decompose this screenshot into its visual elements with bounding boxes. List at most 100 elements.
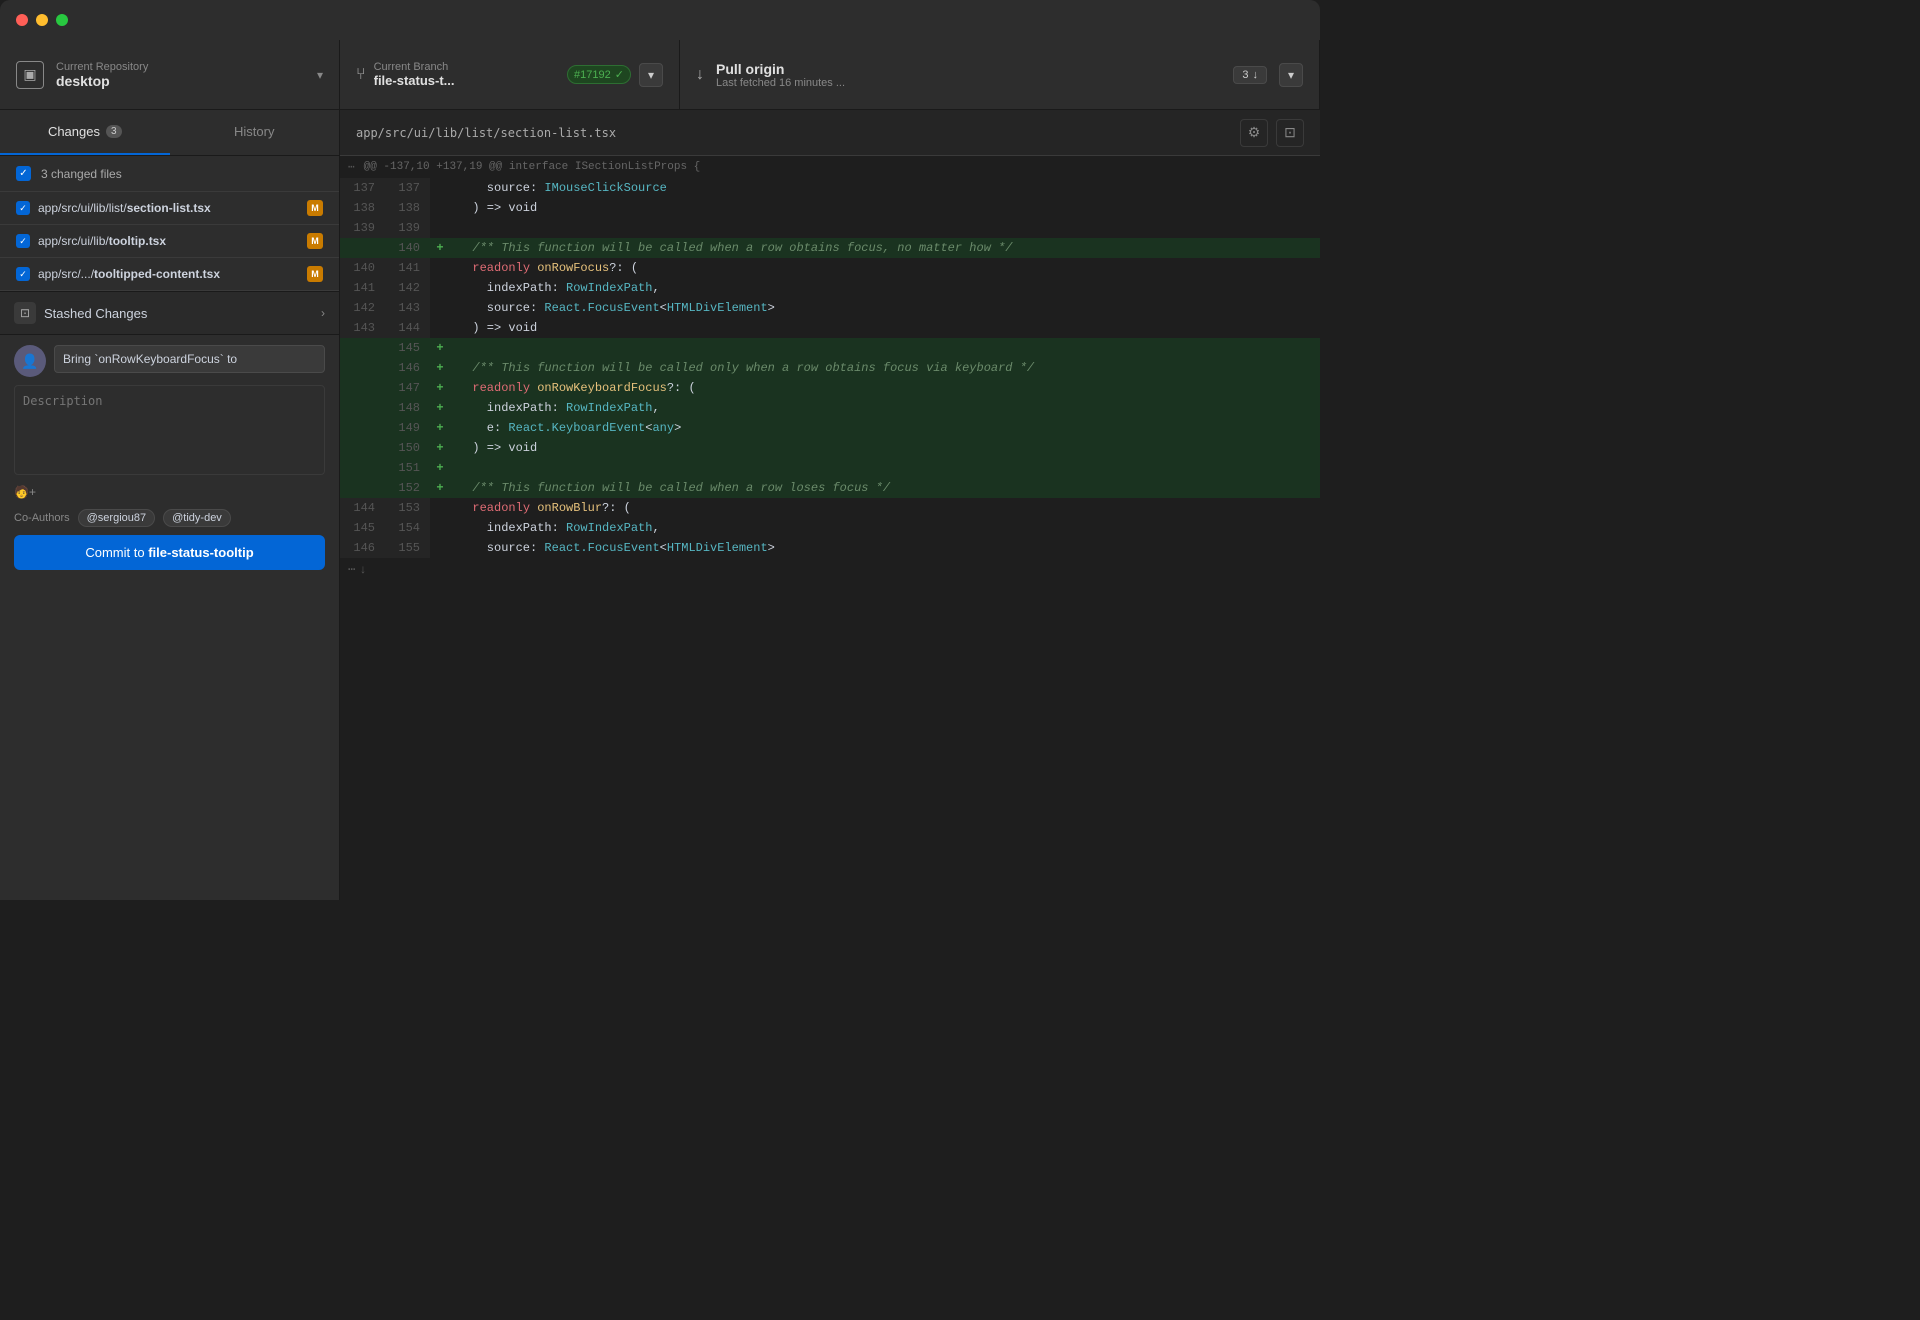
branch-section: ⑂ Current Branch file-status-t... #17192… (340, 40, 680, 109)
pull-icon: ↓ (696, 66, 704, 84)
tab-changes[interactable]: Changes 3 (0, 110, 170, 155)
changed-files-header: ✓ 3 changed files (0, 156, 339, 192)
check-icon: ✓ (615, 68, 624, 81)
bottom-expander[interactable]: ⋯ ↓ (340, 558, 1320, 581)
diff-actions: ⚙ ⊡ (1240, 119, 1304, 147)
sidebar-tabs: Changes 3 History (0, 110, 339, 156)
pull-section: ↓ Pull origin Last fetched 16 minutes ..… (680, 40, 1320, 109)
tab-changes-badge: 3 (106, 125, 122, 138)
commit-area: 👤 🧑+ Co-Authors @sergiou87 @tidy-dev Com… (0, 335, 339, 900)
repo-dropdown-arrow[interactable]: ▾ (317, 68, 323, 82)
diff-line-14: 151 + (340, 458, 1320, 478)
pr-number: #17192 (574, 69, 611, 81)
commit-btn-prefix: Commit to (85, 545, 148, 560)
file-item-0[interactable]: ✓ app/src/ui/lib/list/section-list.tsx M (0, 192, 339, 225)
diff-line-7: 143 144 ) => void (340, 318, 1320, 338)
minimize-button[interactable] (36, 14, 48, 26)
diff-line-18: 146 155 source: React.FocusEvent<HTMLDiv… (340, 538, 1320, 558)
commit-description-input[interactable] (14, 385, 325, 475)
coauthor-badge-1[interactable]: @tidy-dev (163, 509, 231, 527)
diff-file-path: app/src/ui/lib/list/section-list.tsx (356, 126, 1240, 140)
hunk-info: @@ -137,10 +137,19 @@ interface ISection… (364, 161, 701, 173)
diff-line-10: 147 + readonly onRowKeyboardFocus?: ( (340, 378, 1320, 398)
close-button[interactable] (16, 14, 28, 26)
bottom-dots-icon: ⋯ (348, 562, 355, 577)
file-checkbox-1[interactable]: ✓ (16, 234, 30, 248)
branch-label: Current Branch (374, 61, 559, 73)
select-all-checkbox[interactable]: ✓ (16, 166, 31, 181)
diff-line-3: 140 + /** This function will be called w… (340, 238, 1320, 258)
diff-line-16: 144 153 readonly onRowBlur?: ( (340, 498, 1320, 518)
tab-changes-label: Changes (48, 124, 100, 139)
diff-line-4: 140 141 readonly onRowFocus?: ( (340, 258, 1320, 278)
coauthor-badge-0[interactable]: @sergiou87 (78, 509, 155, 527)
commit-button[interactable]: Commit to file-status-tooltip (14, 535, 325, 570)
add-coauthor-button[interactable]: 🧑+ (14, 483, 325, 501)
diff-line-8: 145 + (340, 338, 1320, 358)
file-badge-2: M (307, 266, 323, 282)
app: ▣ Current Repository desktop ▾ ⑂ Current… (0, 40, 1320, 900)
bottom-expand-icon: ↓ (359, 563, 366, 577)
add-coauthor-icon: 🧑+ (14, 485, 36, 499)
branch-info: Current Branch file-status-t... (374, 61, 559, 88)
pull-subtitle: Last fetched 16 minutes ... (716, 77, 1221, 89)
file-badge-0: M (307, 200, 323, 216)
tab-history-label: History (234, 124, 274, 139)
avatar: 👤 (14, 345, 46, 377)
expand-button[interactable]: ⊡ (1276, 119, 1304, 147)
repo-icon: ▣ (16, 61, 44, 89)
repo-label: Current Repository (56, 61, 305, 73)
tab-history[interactable]: History (170, 110, 340, 155)
branch-dropdown-button[interactable]: ▾ (639, 63, 663, 87)
toolbar: ▣ Current Repository desktop ▾ ⑂ Current… (0, 40, 1320, 110)
repo-info: Current Repository desktop (56, 61, 305, 89)
pull-down-icon: ↓ (1252, 69, 1258, 81)
commit-row: 👤 (14, 345, 325, 377)
stashed-section: ⊡ Stashed Changes › (0, 291, 339, 335)
chevron-right-icon: › (321, 306, 325, 320)
coauthor-label: Co-Authors (14, 512, 70, 524)
diff-line-6: 142 143 source: React.FocusEvent<HTMLDiv… (340, 298, 1320, 318)
pull-count: 3 (1242, 69, 1248, 81)
maximize-button[interactable] (56, 14, 68, 26)
file-name-1: app/src/ui/lib/tooltip.tsx (38, 234, 299, 248)
settings-button[interactable]: ⚙ (1240, 119, 1268, 147)
commit-summary-input[interactable] (54, 345, 325, 373)
content: Changes 3 History ✓ 3 changed files ✓ ap… (0, 110, 1320, 900)
diff-area: app/src/ui/lib/list/section-list.tsx ⚙ ⊡… (340, 110, 1320, 900)
diff-line-12: 149 + e: React.KeyboardEvent<any> (340, 418, 1320, 438)
diff-content: ⋯ @@ -137,10 +137,19 @@ interface ISecti… (340, 156, 1320, 900)
pull-count-badge[interactable]: 3 ↓ (1233, 66, 1267, 84)
file-checkbox-2[interactable]: ✓ (16, 267, 30, 281)
titlebar (0, 0, 1320, 40)
diff-line-17: 145 154 indexPath: RowIndexPath, (340, 518, 1320, 538)
branch-icon: ⑂ (356, 66, 366, 84)
diff-line-15: 152 + /** This function will be called w… (340, 478, 1320, 498)
diff-header: app/src/ui/lib/list/section-list.tsx ⚙ ⊡ (340, 110, 1320, 156)
file-name-0: app/src/ui/lib/list/section-list.tsx (38, 201, 299, 215)
changed-files-count: 3 changed files (41, 167, 122, 181)
pull-dropdown-button[interactable]: ▾ (1279, 63, 1303, 87)
sidebar: Changes 3 History ✓ 3 changed files ✓ ap… (0, 110, 340, 900)
diff-line-2: 139 139 (340, 218, 1320, 238)
file-list: ✓ app/src/ui/lib/list/section-list.tsx M… (0, 192, 339, 291)
repo-name: desktop (56, 73, 305, 89)
commit-btn-branch: file-status-tooltip (148, 545, 253, 560)
diff-line-5: 141 142 indexPath: RowIndexPath, (340, 278, 1320, 298)
stashed-header[interactable]: ⊡ Stashed Changes › (0, 292, 339, 334)
file-badge-1: M (307, 233, 323, 249)
file-checkbox-0[interactable]: ✓ (16, 201, 30, 215)
diff-line-1: 138 138 ) => void (340, 198, 1320, 218)
file-item-1[interactable]: ✓ app/src/ui/lib/tooltip.tsx M (0, 225, 339, 258)
pr-badge[interactable]: #17192 ✓ (567, 65, 631, 84)
diff-line-13: 150 + ) => void (340, 438, 1320, 458)
diff-line-11: 148 + indexPath: RowIndexPath, (340, 398, 1320, 418)
file-item-2[interactable]: ✓ app/src/.../tooltipped-content.tsx M (0, 258, 339, 291)
file-name-2: app/src/.../tooltipped-content.tsx (38, 267, 299, 281)
stash-icon: ⊡ (14, 302, 36, 324)
coauthor-row: Co-Authors @sergiou87 @tidy-dev (14, 509, 325, 527)
diff-line-0: 137 137 source: IMouseClickSource (340, 178, 1320, 198)
diff-line-9: 146 + /** This function will be called o… (340, 358, 1320, 378)
stashed-title: Stashed Changes (44, 306, 313, 321)
pull-info: Pull origin Last fetched 16 minutes ... (716, 61, 1221, 89)
